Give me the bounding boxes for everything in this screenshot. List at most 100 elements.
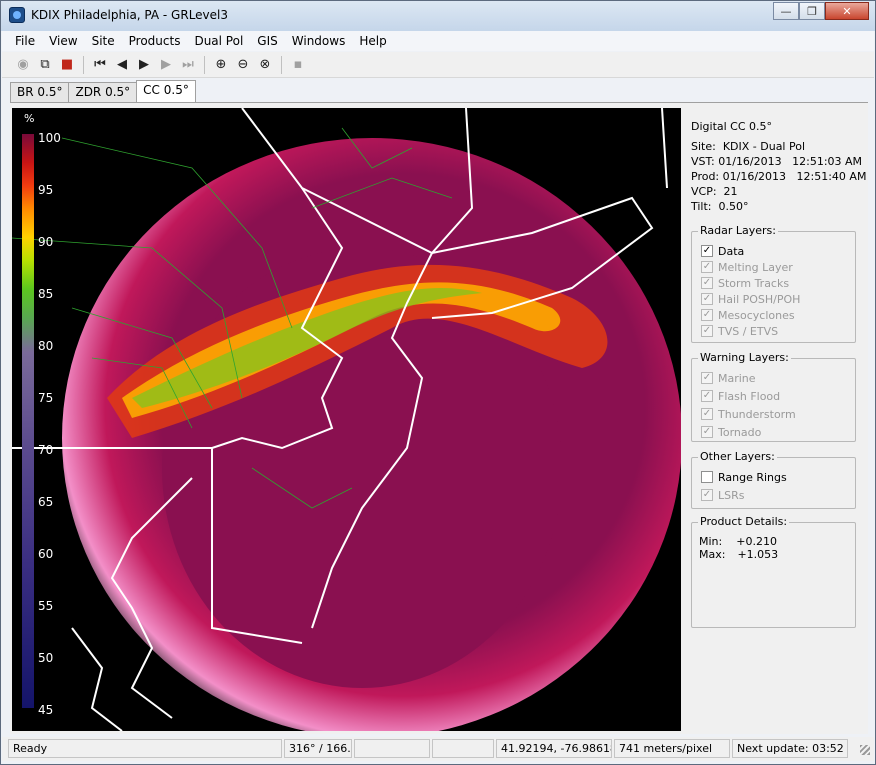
checkbox-lsrs[interactable]: ✓ LSRs — [701, 487, 745, 503]
checkbox-storm-tracks[interactable]: ✓ Storm Tracks — [701, 275, 789, 291]
checkbox-flash-flood[interactable]: ✓ Flash Flood — [701, 388, 780, 404]
menu-windows[interactable]: Windows — [285, 34, 353, 48]
play-icon[interactable]: ▶ — [133, 54, 155, 76]
checkbox-label: Data — [718, 244, 745, 258]
zoom-out-icon[interactable]: ⊖ — [232, 54, 254, 76]
toolbar-separator — [204, 55, 205, 74]
colorbar-tick: 70 — [38, 443, 53, 457]
menu-site[interactable]: Site — [85, 34, 122, 48]
vst-label: VST: — [691, 155, 715, 168]
close-icon: ✕ — [842, 4, 852, 18]
status-bearing: 316° / 166.2 nm — [284, 739, 352, 758]
checkbox-label: LSRs — [718, 488, 745, 502]
warning-layers-group: Warning Layers: ✓ Marine ✓ Flash Flood ✓ Th… — [691, 351, 856, 442]
colorbar-tick: 75 — [38, 391, 53, 405]
other-layers-title: Other Layers: — [698, 450, 777, 463]
menu-bar: File View Site Products Dual Pol GIS Win… — [2, 31, 874, 51]
title-bar[interactable]: KDIX Philadelphia, PA - GRLevel3 — ❐ ✕ — [1, 1, 875, 31]
checkbox-box: ✓ — [701, 293, 713, 305]
tab-br[interactable]: BR 0.5° — [10, 82, 70, 102]
checkbox-label: Storm Tracks — [718, 276, 790, 290]
toolbar: ◉ ⧉ ■ ⏮ ◀ ▶ ▶ ⏭ ⊕ ⊖ ⊗ ▪ — [2, 52, 874, 78]
colorbar-unit: % — [24, 112, 34, 125]
app-window: KDIX Philadelphia, PA - GRLevel3 — ❐ ✕ F… — [0, 0, 876, 765]
tab-zdr[interactable]: ZDR 0.5° — [68, 82, 138, 102]
caption-buttons: — ❐ ✕ — [773, 2, 869, 20]
stop-icon[interactable]: ▪ — [287, 54, 309, 76]
tilt-value: 0.50° — [718, 200, 749, 213]
checkbox-tvs[interactable]: ✓ TVS / ETVS — [701, 323, 778, 339]
checkbox-marine[interactable]: ✓ Marine — [701, 370, 756, 386]
other-layers-group: Other Layers: Range Rings ✓ LSRs — [691, 450, 856, 509]
checkbox-melting-layer[interactable]: ✓ Melting Layer — [701, 259, 793, 275]
colorbar-tick: 65 — [38, 495, 53, 509]
checkbox-box: ✓ — [701, 277, 713, 289]
checkbox-range-rings[interactable]: Range Rings — [701, 469, 787, 485]
vst-line: VST: 01/16/2013 12:51:03 AM — [691, 155, 862, 168]
checkbox-box: ✓ — [701, 390, 713, 402]
restore-icon: ❐ — [807, 4, 817, 18]
refresh-icon[interactable]: ◉ — [12, 54, 34, 76]
colorbar-tick: 45 — [38, 703, 53, 717]
prod-value: 01/16/2013 12:51:40 AM — [722, 170, 867, 183]
warning-layers-title: Warning Layers: — [698, 351, 791, 364]
checkbox-tornado[interactable]: ✓ Tornado — [701, 424, 761, 440]
menu-dual-pol[interactable]: Dual Pol — [187, 34, 250, 48]
max-label: Max: — [699, 548, 726, 561]
checkbox-box: ✓ — [701, 408, 713, 420]
first-frame-icon[interactable]: ⏮ — [89, 54, 111, 76]
vst-value: 01/16/2013 12:51:03 AM — [718, 155, 863, 168]
step-forward-icon[interactable]: ▶ — [155, 54, 177, 76]
checkbox-label: Flash Flood — [718, 389, 781, 403]
step-back-icon[interactable]: ◀ — [111, 54, 133, 76]
menu-help[interactable]: Help — [352, 34, 393, 48]
checkbox-box: ✓ — [701, 325, 713, 337]
checkbox-mesocyclones[interactable]: ✓ Mesocyclones — [701, 307, 795, 323]
minimize-icon: — — [780, 4, 792, 18]
checkbox-box: ✓ — [701, 372, 713, 384]
checkbox-thunderstorm[interactable]: ✓ Thunderstorm — [701, 406, 796, 422]
colorbar-tick: 100 — [38, 131, 61, 145]
copy-icon[interactable]: ⧉ — [34, 54, 56, 76]
tilt-label: Tilt: — [691, 200, 712, 213]
vcp-label: VCP: — [691, 185, 717, 198]
menu-view[interactable]: View — [42, 34, 84, 48]
colorbar-tick: 50 — [38, 651, 53, 665]
checkbox-box: ✓ — [701, 309, 713, 321]
max-line: Max: +1.053 — [699, 548, 778, 561]
grlevel3-app-icon[interactable] — [9, 7, 25, 23]
last-frame-icon[interactable]: ⏭ — [177, 54, 199, 76]
status-scale: 741 meters/pixel — [614, 739, 730, 758]
zoom-reset-icon[interactable]: ⊗ — [254, 54, 276, 76]
tab-cc[interactable]: CC 0.5° — [136, 80, 196, 102]
menu-products[interactable]: Products — [122, 34, 188, 48]
minimize-button[interactable]: — — [773, 2, 799, 20]
min-line: Min: +0.210 — [699, 535, 777, 548]
checkbox-label: Melting Layer — [718, 260, 793, 274]
maximize-button[interactable]: ❐ — [799, 2, 825, 20]
resize-grip-icon[interactable] — [860, 745, 870, 755]
site-label: Site: — [691, 140, 716, 153]
status-coords: 41.92194, -76.98618 — [496, 739, 612, 758]
checkbox-box — [701, 471, 713, 483]
menu-file[interactable]: File — [8, 34, 42, 48]
menu-gis[interactable]: GIS — [250, 34, 284, 48]
colorbar-ticks: 100 95 90 85 80 75 70 65 60 55 50 45 — [38, 131, 61, 717]
status-empty-1 — [354, 739, 430, 758]
colorbar-tick: 90 — [38, 235, 53, 249]
checkbox-box: ✓ — [701, 261, 713, 273]
toolbar-separator — [83, 55, 84, 74]
max-value: +1.053 — [737, 548, 779, 561]
checkbox-label: Mesocyclones — [718, 308, 795, 322]
client-area: % 100 95 90 85 80 75 70 65 60 55 50 45 D… — [10, 102, 868, 734]
close-button[interactable]: ✕ — [825, 2, 869, 20]
stop-red-icon[interactable]: ■ — [56, 54, 78, 76]
prod-line: Prod: 01/16/2013 12:51:40 AM — [691, 170, 866, 183]
radar-layers-title: Radar Layers: — [698, 224, 778, 237]
radar-map[interactable]: % 100 95 90 85 80 75 70 65 60 55 50 45 — [12, 108, 681, 731]
zoom-in-icon[interactable]: ⊕ — [210, 54, 232, 76]
radar-layers-group: Radar Layers: ✓ Data ✓ Melting Layer ✓ Stor… — [691, 224, 856, 343]
checkbox-hail[interactable]: ✓ Hail POSH/POH — [701, 291, 800, 307]
min-value: +0.210 — [736, 535, 777, 548]
checkbox-data[interactable]: ✓ Data — [701, 243, 744, 259]
